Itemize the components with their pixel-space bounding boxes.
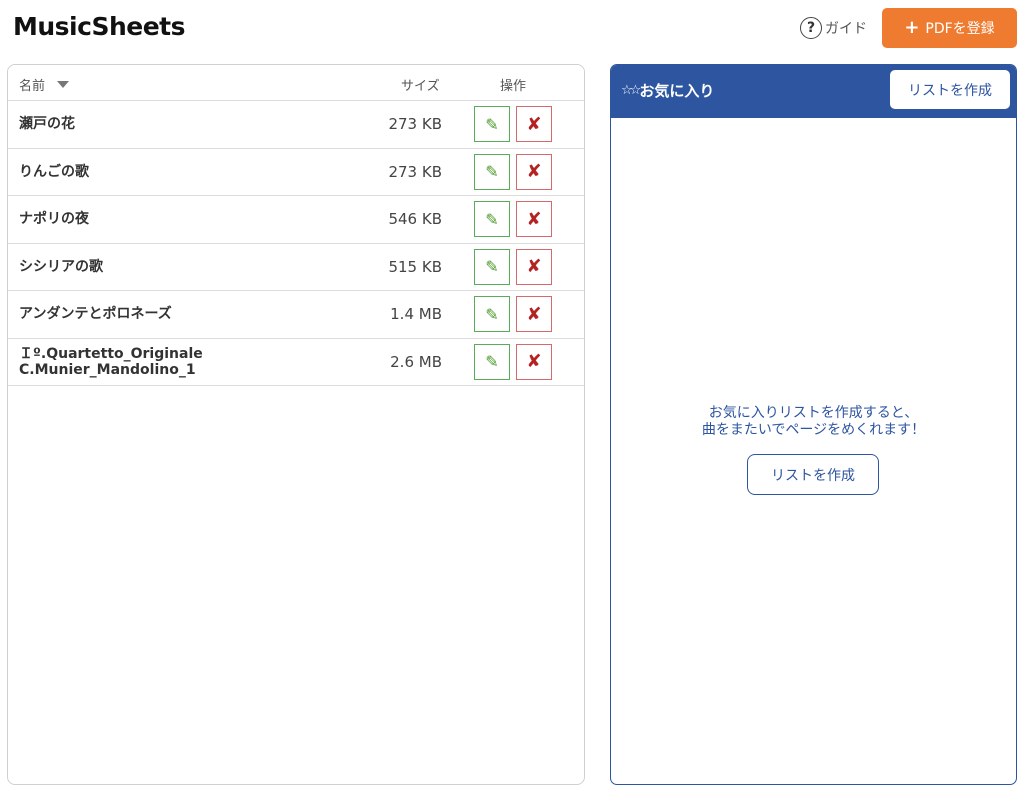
delete-x-icon: ✘ — [526, 256, 542, 277]
create-list-button[interactable]: リストを作成 — [747, 454, 879, 495]
file-name: Ｉº.Quartetto_Originale C.Munier_Mandolin… — [19, 345, 203, 378]
delete-button[interactable]: ✘ — [516, 153, 552, 190]
delete-button[interactable]: ✘ — [516, 106, 552, 142]
table-row[interactable]: シシリアの歌 515 KB ✎ ✘ — [8, 244, 584, 291]
delete-x-icon: ✘ — [526, 351, 542, 372]
edit-button[interactable]: ✎ — [474, 343, 510, 380]
table-row[interactable]: 瀬戸の花 273 KB ✎ ✘ — [8, 101, 584, 149]
edit-button[interactable]: ✎ — [474, 201, 510, 237]
delete-x-icon: ✘ — [526, 113, 542, 135]
empty-message: お気に入りリストを作成すると、 曲をまたいでページをめくれます！ — [611, 405, 1016, 439]
table-row[interactable]: アンダンテとポロネーズ 1.4 MB ✎ ✘ — [8, 291, 584, 339]
empty-message-line1: お気に入りリストを作成すると、 — [708, 405, 919, 421]
create-list-header-button[interactable]: リストを作成 — [890, 70, 1010, 109]
table-row[interactable]: ナポリの夜 546 KB ✎ ✘ — [8, 196, 584, 244]
question-circle-icon: ? — [800, 17, 822, 39]
delete-button[interactable]: ✘ — [516, 248, 552, 285]
column-header-actions: 操作 — [500, 79, 527, 94]
pencil-icon: ✎ — [485, 304, 499, 324]
edit-button[interactable]: ✎ — [474, 248, 510, 285]
register-pdf-button[interactable]: + PDFを登録 — [882, 8, 1017, 48]
file-name: りんごの歌 — [19, 163, 89, 180]
file-size: 273 KB — [388, 162, 442, 181]
delete-x-icon: ✘ — [526, 161, 542, 182]
pencil-icon: ✎ — [485, 162, 499, 181]
file-list-panel: 名前 サイズ 操作 瀬戸の花 273 KB ✎ ✘ りんごの歌 273 KB ✎ ✘ ナポリの夜… — [7, 64, 585, 785]
table-row[interactable]: りんごの歌 273 KB ✎ ✘ — [8, 149, 584, 196]
file-size: 546 KB — [388, 210, 442, 229]
pencil-icon: ✎ — [485, 257, 499, 276]
column-name-label: 名前 — [19, 79, 46, 94]
file-size: 515 KB — [388, 257, 442, 276]
table-header: 名前 サイズ 操作 — [8, 65, 584, 101]
table-row[interactable]: Ｉº.Quartetto_Originale C.Munier_Mandolin… — [8, 339, 584, 386]
file-rows: 瀬戸の花 273 KB ✎ ✘ りんごの歌 273 KB ✎ ✘ ナポリの夜 546 KB ✎ ✘ シシ… — [8, 101, 584, 386]
guide-link[interactable]: ? ガイド — [800, 17, 867, 39]
delete-button[interactable]: ✘ — [516, 296, 552, 332]
file-size: 2.6 MB — [390, 352, 442, 371]
edit-button[interactable]: ✎ — [474, 106, 510, 142]
pencil-icon: ✎ — [485, 352, 499, 371]
edit-button[interactable]: ✎ — [474, 153, 510, 190]
plus-icon: + — [904, 17, 920, 38]
file-name: シシリアの歌 — [19, 258, 103, 275]
column-header-name[interactable]: 名前 — [19, 75, 70, 94]
delete-button[interactable]: ✘ — [516, 201, 552, 237]
pencil-icon: ✎ — [485, 209, 499, 229]
delete-x-icon: ✘ — [526, 208, 542, 230]
file-name: アンダンテとポロネーズ — [19, 306, 172, 323]
column-header-size: サイズ — [401, 79, 440, 94]
file-size: 273 KB — [388, 115, 442, 134]
star-icon: ☆☆ — [621, 83, 641, 98]
delete-x-icon: ✘ — [526, 303, 542, 325]
app-title: MusicSheets — [13, 12, 186, 41]
file-name: 瀬戸の花 — [19, 116, 75, 133]
file-name: ナポリの夜 — [19, 211, 89, 228]
delete-button[interactable]: ✘ — [516, 343, 552, 380]
favorites-title: ☆☆ お気に入り — [621, 80, 714, 101]
pencil-icon: ✎ — [485, 114, 499, 134]
favorites-panel: ☆☆ お気に入り リストを作成 お気に入りリストを作成すると、 曲をまたいでペー… — [610, 64, 1017, 785]
edit-button[interactable]: ✎ — [474, 296, 510, 332]
guide-label: ガイド — [825, 21, 867, 37]
favorites-title-label: お気に入り — [639, 82, 715, 100]
register-pdf-label: PDFを登録 — [925, 21, 995, 37]
favorites-header: ☆☆ お気に入り リストを作成 — [611, 65, 1016, 118]
empty-message-line2: 曲をまたいでページをめくれます！ — [701, 422, 926, 438]
file-size: 1.4 MB — [390, 305, 442, 324]
caret-down-icon — [57, 81, 70, 88]
